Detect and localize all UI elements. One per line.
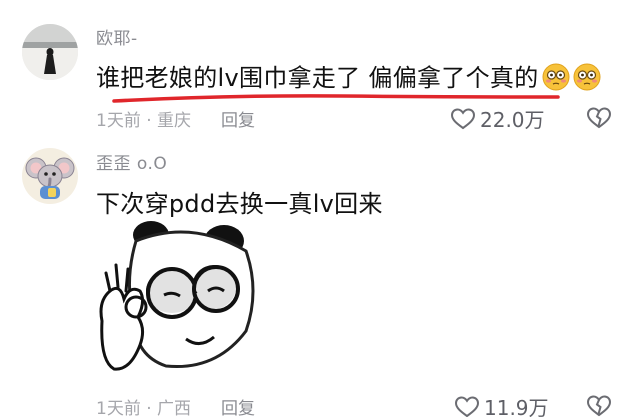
comment-text: 下次穿pdd去换一真lv回来 [96,190,383,218]
dislike-button[interactable] [586,104,612,130]
flushed-face-icon [573,63,601,91]
like-count: 11.9万 [484,396,549,417]
reply-button[interactable]: 回复 [221,111,255,131]
broken-heart-icon [586,395,612,417]
comment-item: 欧耶- 谁把老娘的lv围巾拿走了 偏偏拿了个真的 1天前 · 重庆 回复 22.0… [0,0,636,140]
like-button[interactable]: 22.0万 [450,104,545,133]
comment-text: 谁把老娘的lv围巾拿走了 偏偏拿了个真的 [96,58,601,93]
like-count: 22.0万 [480,108,545,132]
timestamp-location: 1天前 · 广西 [96,399,192,417]
avatar-image [22,148,78,204]
username[interactable]: 歪歪 o.O [96,149,167,174]
timestamp-location: 1天前 · 重庆 [96,111,192,131]
broken-heart-icon [586,107,612,129]
avatar[interactable] [22,148,78,204]
comment-meta: 1天前 · 广西 回复 [96,394,255,417]
dislike-button[interactable] [586,392,612,417]
comment-item: 歪歪 o.O 下次穿pdd去换一真lv回来 1天前 · 广西 回复 11.9万 [0,140,636,417]
username[interactable]: 欧耶- [96,24,138,49]
heart-icon [450,107,476,129]
flushed-face-icon [542,63,570,91]
comment-meta: 1天前 · 重庆 回复 [96,106,255,131]
red-underline-annotation [112,94,560,103]
avatar-image [22,24,78,80]
panda-meme-sticker[interactable] [96,221,260,385]
avatar[interactable] [22,24,78,80]
reply-button[interactable]: 回复 [221,399,255,417]
like-button[interactable]: 11.9万 [454,392,549,417]
comment-text-body: 谁把老娘的lv围巾拿走了 偏偏拿了个真的 [96,64,539,92]
heart-icon [454,395,480,417]
